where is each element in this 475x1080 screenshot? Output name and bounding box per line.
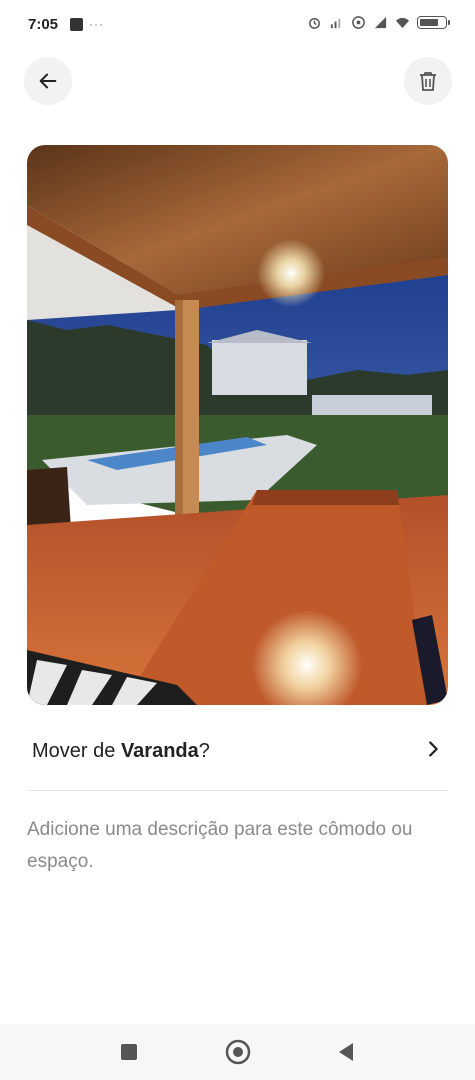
move-room-row[interactable]: Mover de Varanda? xyxy=(0,720,475,784)
back-triangle-icon xyxy=(339,1043,353,1061)
move-prefix: Mover de xyxy=(32,740,121,762)
divider xyxy=(27,790,448,791)
battery-icon xyxy=(417,16,450,29)
system-nav-bar xyxy=(0,1024,475,1080)
wifi-icon xyxy=(395,17,410,29)
arrow-left-icon xyxy=(39,73,57,89)
status-bar: 7:05 ··· xyxy=(0,0,475,52)
mobile-signal-icon xyxy=(374,16,387,29)
trash-icon xyxy=(420,72,436,91)
data-saver-icon xyxy=(352,16,365,29)
status-time: 7:05 xyxy=(28,16,59,33)
more-notifications-icon: ··· xyxy=(89,17,104,31)
back-button[interactable] xyxy=(24,57,72,105)
home-icon xyxy=(225,1039,251,1065)
status-notification-icons: ··· xyxy=(70,17,104,31)
nav-back-button[interactable] xyxy=(332,1038,360,1066)
alarm-icon xyxy=(309,18,320,29)
photo-image xyxy=(27,145,448,705)
recents-icon xyxy=(121,1044,137,1060)
notification-app-icon xyxy=(70,17,83,31)
description-input[interactable]: Adicione uma descrição para este cômodo … xyxy=(27,814,427,878)
chevron-right-icon xyxy=(429,741,438,757)
signal-icon xyxy=(330,18,341,29)
room-name: Varanda xyxy=(120,740,199,762)
home-button[interactable] xyxy=(224,1038,252,1066)
recents-button[interactable] xyxy=(115,1038,143,1066)
move-suffix: ? xyxy=(198,740,210,762)
delete-photo-button[interactable] xyxy=(404,57,452,105)
status-system-icons xyxy=(307,15,450,30)
room-photo xyxy=(27,145,448,705)
move-room-label: Mover de Varanda? xyxy=(32,740,210,763)
